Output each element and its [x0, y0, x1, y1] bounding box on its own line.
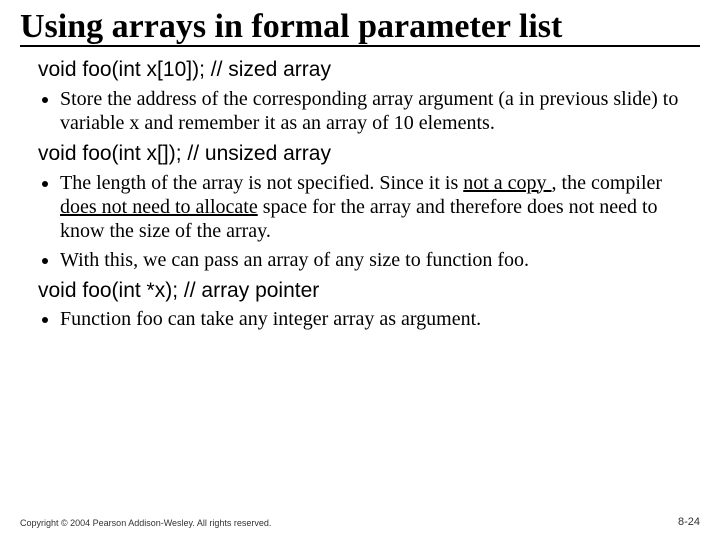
emphasis-not-a-copy: not a copy — [463, 172, 551, 194]
list-item: The length of the array is not specified… — [60, 171, 700, 244]
bullet-text: Function foo can take any integer array … — [60, 308, 481, 330]
list-item: Store the address of the corresponding a… — [60, 87, 700, 136]
footer: Copyright © 2004 Pearson Addison-Wesley.… — [20, 516, 700, 528]
bullet-text: With this, we can pass an array of any s… — [60, 249, 529, 271]
section-heading-sized: void foo(int x[10]); // sized array — [38, 57, 700, 82]
section-heading-pointer: void foo(int *x); // array pointer — [38, 278, 700, 303]
slide: Using arrays in formal parameter list vo… — [0, 0, 720, 540]
page-number: 8-24 — [678, 516, 700, 528]
list-item: With this, we can pass an array of any s… — [60, 248, 700, 272]
bullet-list: Function foo can take any integer array … — [38, 307, 700, 331]
slide-title: Using arrays in formal parameter list — [20, 8, 700, 47]
bullet-list: The length of the array is not specified… — [38, 171, 700, 273]
list-item: Function foo can take any integer array … — [60, 307, 700, 331]
bullet-text: The length of the array is not specified… — [60, 172, 463, 194]
section-heading-unsized: void foo(int x[]); // unsized array — [38, 141, 700, 166]
emphasis-no-allocate: does not need to allocate — [60, 196, 258, 218]
copyright-text: Copyright © 2004 Pearson Addison-Wesley.… — [20, 518, 271, 528]
bullet-list: Store the address of the corresponding a… — [38, 87, 700, 136]
bullet-text: , the compiler — [552, 172, 663, 194]
bullet-text: Store the address of the corresponding a… — [60, 88, 678, 134]
